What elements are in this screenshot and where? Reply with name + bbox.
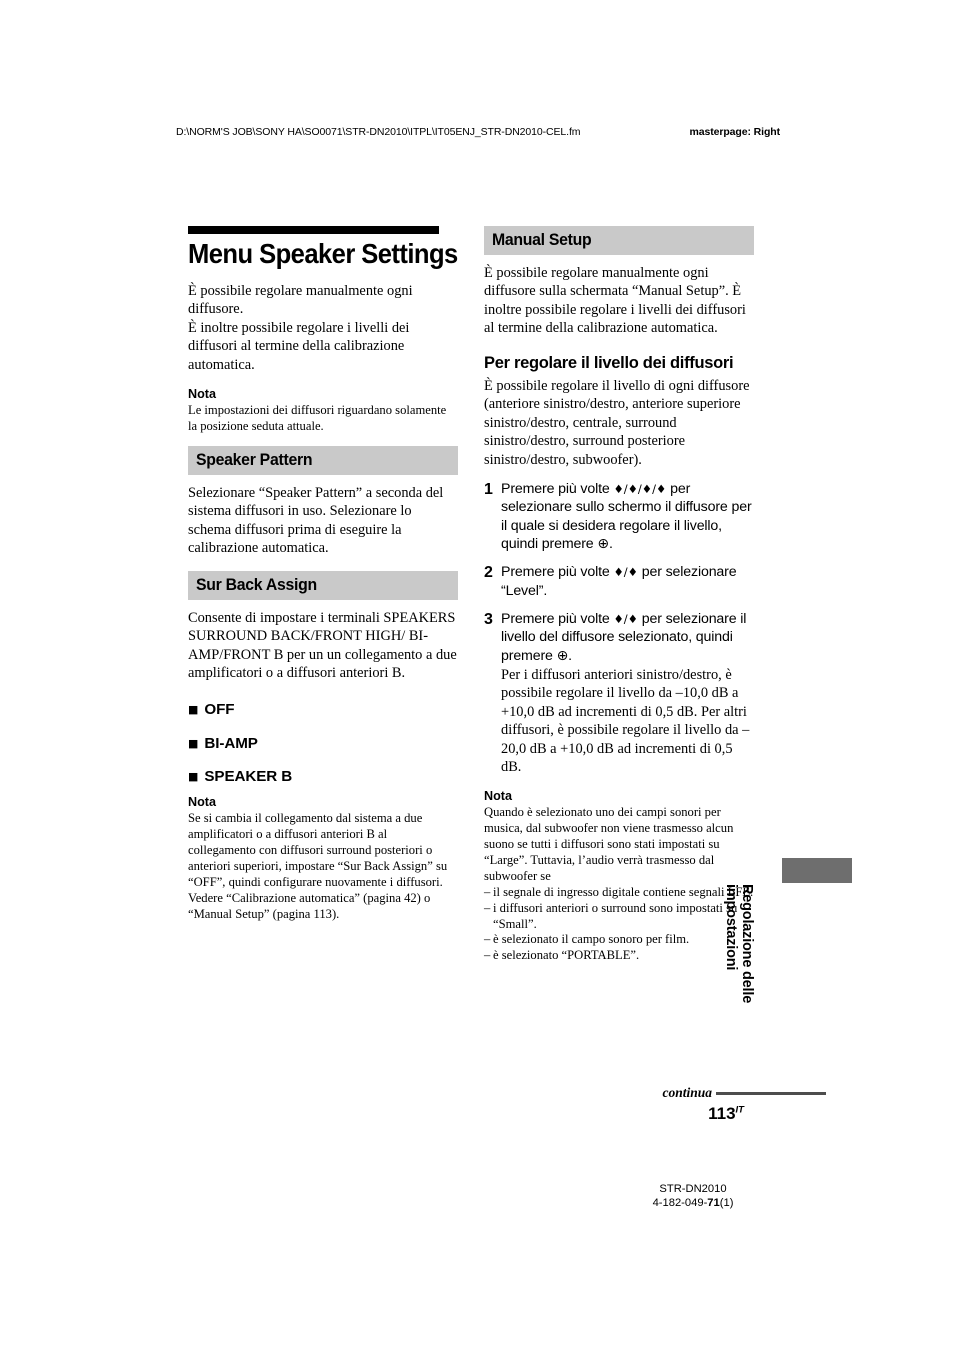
procedure-step: 2 Premere più volte ♦/♦ per selezionare … bbox=[484, 563, 754, 600]
chapter-intro-text: È possibile regolare manualmente ogni di… bbox=[188, 282, 413, 373]
dash-list-item: – è selezionato il campo sonoro per film… bbox=[484, 932, 754, 948]
step-text-end: . bbox=[608, 536, 613, 553]
option-label: OFF bbox=[204, 700, 235, 718]
dash-item-text: è selezionato il campo sonoro per film. bbox=[493, 932, 690, 947]
option-item: ■ SPEAKER B bbox=[188, 769, 458, 786]
enter-button-icon: ⊕ bbox=[556, 647, 569, 664]
title-rule bbox=[188, 226, 439, 234]
step-text: Premere più volte ♦/♦ per selezionare “L… bbox=[501, 564, 737, 598]
manual-setup-body: È possibile regolare manualmente ogni di… bbox=[484, 264, 746, 337]
square-bullet-icon: ■ bbox=[188, 702, 199, 716]
dash-list-item: – è selezionato “PORTABLE”. bbox=[484, 948, 754, 964]
dash-list-item: – i diffusori anteriori o surround sono … bbox=[484, 901, 754, 933]
enter-button-icon: ⊕ bbox=[597, 536, 609, 553]
document-code: 4-182-049-71(1) bbox=[560, 1196, 826, 1210]
side-thumb-tab-label: Regolazione delle impostazioni bbox=[722, 884, 755, 1004]
footer-continua-block: continua 113IT bbox=[560, 1085, 826, 1124]
sur-back-assign-body: Consente di impostare i terminali SPEAKE… bbox=[188, 609, 457, 682]
section-title: Manual Setup bbox=[492, 230, 592, 249]
section-header-sur-back-assign: Sur Back Assign bbox=[188, 570, 458, 600]
section-title: Sur Back Assign bbox=[196, 574, 317, 594]
direction-arrows-icon: ♦/♦ bbox=[613, 565, 638, 580]
nota-text: Le impostazioni dei diffusori riguardano… bbox=[188, 403, 447, 434]
direction-arrows-icon: ♦/♦/♦/♦ bbox=[613, 482, 667, 497]
step-content: Premere più volte ♦/♦ per selezionare “L… bbox=[501, 563, 754, 600]
masterpage-label: masterpage: Right bbox=[689, 126, 781, 138]
procedure-step: 3 Premere più volte ♦/♦ per selezionare … bbox=[484, 610, 754, 777]
dash-bullet-icon: – bbox=[484, 948, 491, 963]
step-text-before: Premere più volte bbox=[501, 481, 614, 498]
step-text: Premere più volte ♦/♦/♦/♦ per selezionar… bbox=[501, 481, 752, 552]
step-text-before: Premere più volte bbox=[501, 564, 614, 581]
step-number: 2 bbox=[484, 564, 493, 582]
step-text-before: Premere più volte bbox=[501, 611, 614, 628]
speaker-pattern-body: Selezionare “Speaker Pattern” a seconda … bbox=[188, 484, 444, 557]
section-title: Speaker Pattern bbox=[196, 450, 313, 470]
procedure-step: 1 Premere più volte ♦/♦/♦/♦ per selezion… bbox=[484, 480, 754, 553]
dash-item-text: è selezionato “PORTABLE”. bbox=[493, 948, 640, 963]
code-prefix: 4-182-049- bbox=[652, 1197, 708, 1210]
dash-bullet-icon: – bbox=[484, 900, 491, 915]
document-page: D:\NORM'S JOB\SONY HA\SO0071\STR-DN2010\… bbox=[0, 0, 954, 1350]
nota-label: Nota bbox=[484, 788, 512, 803]
nota-label: Nota bbox=[188, 387, 216, 402]
dash-bullet-icon: – bbox=[484, 884, 491, 899]
chapter-title: Menu Speaker Settings bbox=[188, 238, 458, 269]
dash-list-item: – il segnale di ingresso digitale contie… bbox=[484, 885, 754, 901]
page-number: 113IT bbox=[560, 1104, 826, 1124]
subsection-body: È possibile regolare il livello di ogni … bbox=[484, 377, 750, 468]
continua-label: continua bbox=[662, 1085, 712, 1100]
nota-text: Quando è selezionato uno dei campi sonor… bbox=[484, 805, 734, 883]
model-name: STR-DN2010 bbox=[659, 1183, 727, 1195]
step-text: Premere più volte ♦/♦ per selezionare il… bbox=[501, 611, 746, 664]
nota-label: Nota bbox=[188, 794, 216, 809]
side-thumb-tab-block bbox=[782, 858, 852, 883]
option-label: SPEAKER B bbox=[204, 768, 293, 786]
continua-row: continua bbox=[560, 1085, 826, 1101]
code-suffix: (1) bbox=[719, 1197, 734, 1210]
subsection-heading: Per regolare il livello dei diffusori bbox=[484, 353, 734, 372]
step-number: 3 bbox=[484, 611, 493, 629]
document-header: D:\NORM'S JOB\SONY HA\SO0071\STR-DN2010\… bbox=[176, 126, 780, 138]
step-note: Per i diffusori anteriori sinistro/destr… bbox=[501, 666, 750, 776]
section-header-speaker-pattern: Speaker Pattern bbox=[188, 446, 458, 475]
option-item: ■ OFF bbox=[188, 700, 458, 719]
left-column: Menu Speaker Settings È possibile regola… bbox=[188, 226, 458, 934]
section-header-manual-setup: Manual Setup bbox=[484, 226, 754, 255]
direction-arrows-icon: ♦/♦ bbox=[613, 612, 638, 627]
option-item: ■ BI-AMP bbox=[188, 734, 458, 753]
step-content: Premere più volte ♦/♦ per selezionare il… bbox=[501, 610, 754, 777]
step-number: 1 bbox=[484, 481, 493, 499]
right-column: Manual Setup È possibile regolare manual… bbox=[484, 226, 754, 964]
step-content: Premere più volte ♦/♦/♦/♦ per selezionar… bbox=[501, 480, 754, 553]
continua-rule bbox=[716, 1091, 826, 1095]
dash-bullet-icon: – bbox=[484, 932, 491, 947]
dash-item-text: il segnale di ingresso digitale contiene… bbox=[493, 884, 754, 899]
body-columns: Menu Speaker Settings È possibile regola… bbox=[188, 226, 774, 1046]
code-bold: 71 bbox=[707, 1197, 720, 1210]
square-bullet-icon: ■ bbox=[188, 770, 199, 784]
option-label: BI-AMP bbox=[204, 734, 258, 752]
page-number-suffix: IT bbox=[735, 1104, 744, 1116]
square-bullet-icon: ■ bbox=[188, 736, 199, 750]
source-file-path: D:\NORM'S JOB\SONY HA\SO0071\STR-DN2010\… bbox=[176, 126, 581, 138]
step-text-end: . bbox=[568, 647, 572, 664]
document-footer: STR-DN2010 4-182-049-71(1) bbox=[560, 1182, 856, 1211]
dash-item-text: i diffusori anteriori o surround sono im… bbox=[493, 900, 738, 931]
page-number-value: 113 bbox=[708, 1104, 736, 1123]
nota-dash-list: – il segnale di ingresso digitale contie… bbox=[484, 885, 754, 965]
nota-text: Se si cambia il collegamento dal sistema… bbox=[188, 811, 448, 921]
